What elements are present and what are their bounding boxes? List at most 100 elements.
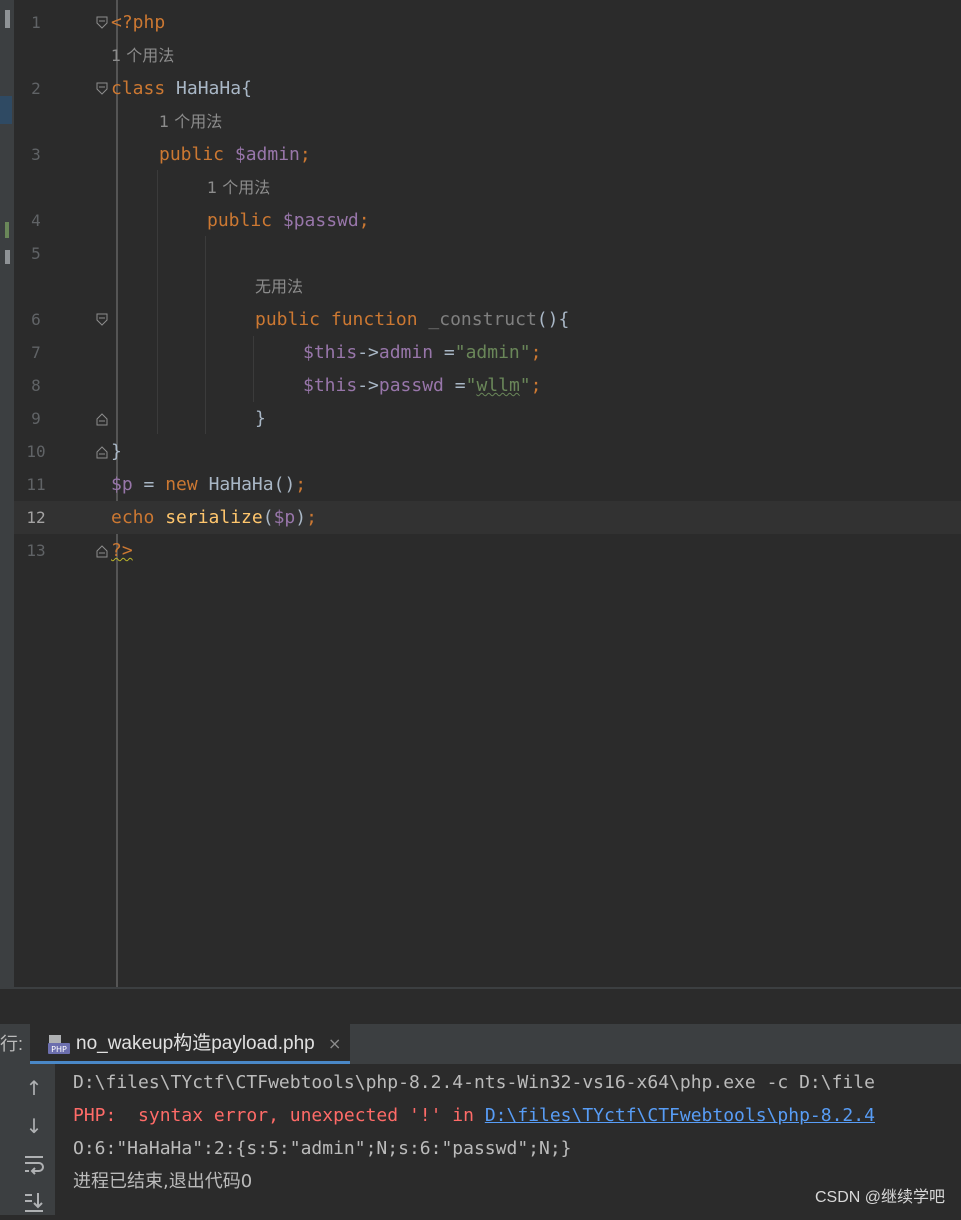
fold-open-icon[interactable] [96,313,108,327]
line-number: 7 [31,343,41,362]
this-variable: $this [303,375,358,396]
semicolon: ; [530,375,542,396]
code-line-7: 7 $this->admin ="admin"; [14,336,961,369]
usage-hint[interactable]: 1 个用法 [207,171,270,204]
svg-text:PHP: PHP [51,1045,67,1054]
console-error-line: PHP: syntax error, unexpected '!' in D:\… [73,1099,875,1132]
this-variable: $this [303,342,358,363]
line-number: 3 [31,145,41,164]
semicolon: ; [358,210,370,231]
closing-brace: } [111,441,122,462]
console-command-line: D:\files\TYctf\CTFwebtools\php-8.2.4-nts… [73,1072,875,1093]
line-number: 8 [31,376,41,395]
php-open-tag: <?php [111,12,166,33]
line-number: 4 [31,211,41,230]
scroll-to-end-icon[interactable] [20,1188,48,1216]
line-number: 2 [31,79,41,98]
usage-hint[interactable]: 1 个用法 [159,105,222,138]
no-usage-hint[interactable]: 无用法 [255,270,303,303]
keyword-echo: echo [111,507,155,528]
keyword-public: public [207,210,273,231]
equals-operator: = [132,474,166,495]
fold-open-icon[interactable] [96,82,108,96]
strip-green-marker [5,222,9,238]
code-line-8: 8 $this->passwd ="wllm"; [14,369,961,402]
keyword-public: public [159,144,225,165]
variable-p: $p [111,474,133,495]
left-tool-strip [0,0,14,1022]
console-output-line: O:6:"HaHaHa":2:{s:5:"admin";N;s:6:"passw… [73,1138,572,1159]
line-number: 11 [26,475,46,494]
fold-close-icon[interactable] [96,445,108,459]
string-wllm: wllm [476,375,520,396]
structure-marker[interactable] [5,10,10,28]
console-exit-line: 进程已结束,退出代码0 [73,1171,253,1192]
tab-title: no_wakeup构造payload.php [76,1033,315,1054]
line-number: 1 [31,13,41,32]
code-line-5: 5 [14,237,961,270]
keyword-public: public [255,309,321,330]
blank-area [0,989,961,1024]
code-line-9: 9 } [14,402,961,435]
assign-operator: = [433,342,455,363]
php-file-icon: PHP [48,1033,70,1055]
property-passwd: passwd [378,375,444,396]
keyword-new: new [165,474,198,495]
property-admin: admin [378,342,434,363]
run-toolwindow-header: 行: PHP no_wakeup构造payload.php × [0,1024,961,1064]
line-number: 10 [26,442,46,461]
error-file-link[interactable]: D:\files\TYctf\CTFwebtools\php-8.2.4 [485,1105,875,1126]
php-close-tag: ?> [111,540,133,561]
arrow-operator: -> [357,342,379,363]
close-paren: ) [284,474,296,495]
closing-brace: } [255,408,266,429]
keyword-function: function [330,309,418,330]
console-toolbar: ↑ ↓ [0,1064,55,1215]
arrow-down-icon[interactable]: ↓ [20,1112,48,1140]
open-paren: ( [262,507,274,528]
run-console[interactable]: ↑ ↓ D:\files\TYctf\CTFwebtools\php-8.2.4… [0,1064,961,1215]
code-line-13: 13 ?> [14,534,961,567]
arrow-operator: -> [357,375,379,396]
function-name: _construct [428,309,537,330]
class-name: HaHaHa [208,474,274,495]
run-tab[interactable]: PHP no_wakeup构造payload.php × [30,1024,350,1064]
code-line-4: 4 public $passwd; [14,204,961,237]
variable-p: $p [273,507,296,528]
code-line-12: 12 echo serialize($p); [14,501,961,534]
line-number: 6 [31,310,41,329]
assign-operator: = [443,375,466,396]
semicolon: ; [299,144,311,165]
code-line-1: 1 <?php [14,6,961,39]
string-admin: "admin" [454,342,531,363]
watermark: CSDN @继续学吧 [814,1189,945,1206]
usage-hint[interactable]: 1 个用法 [111,39,174,72]
fold-open-icon[interactable] [96,16,108,30]
line-number: 5 [31,244,41,263]
code-line-10: 10 } [14,435,961,468]
line-number: 13 [26,541,46,560]
strip-marker-2[interactable] [5,250,10,264]
brace: { [241,78,252,99]
strip-selection [0,96,12,124]
function-serialize: serialize [165,507,263,528]
string-quote: " [519,375,531,396]
semicolon: ; [295,474,307,495]
variable-admin: $admin [234,144,300,165]
code-line-11: 11 $p = new HaHaHa(); [14,468,961,501]
semicolon: ; [530,342,542,363]
close-icon[interactable]: × [328,1024,341,1064]
code-editor[interactable]: 1 <?php 1 个用法 2 class HaHaHa{ 1 个用法 3 pu… [14,0,961,987]
run-label: 行: [0,1034,24,1054]
fold-close-icon[interactable] [96,544,108,558]
arrow-up-icon[interactable]: ↑ [20,1074,48,1102]
line-number: 9 [31,409,41,428]
fold-close-icon[interactable] [96,412,108,426]
keyword-class: class [111,78,166,99]
code-line-2: 2 class HaHaHa{ [14,72,961,105]
semicolon: ; [306,507,317,528]
soft-wrap-icon[interactable] [20,1150,48,1178]
string-quote: " [465,375,477,396]
line-number: 12 [26,508,46,527]
code-line-6: 6 public function _construct(){ [14,303,961,336]
